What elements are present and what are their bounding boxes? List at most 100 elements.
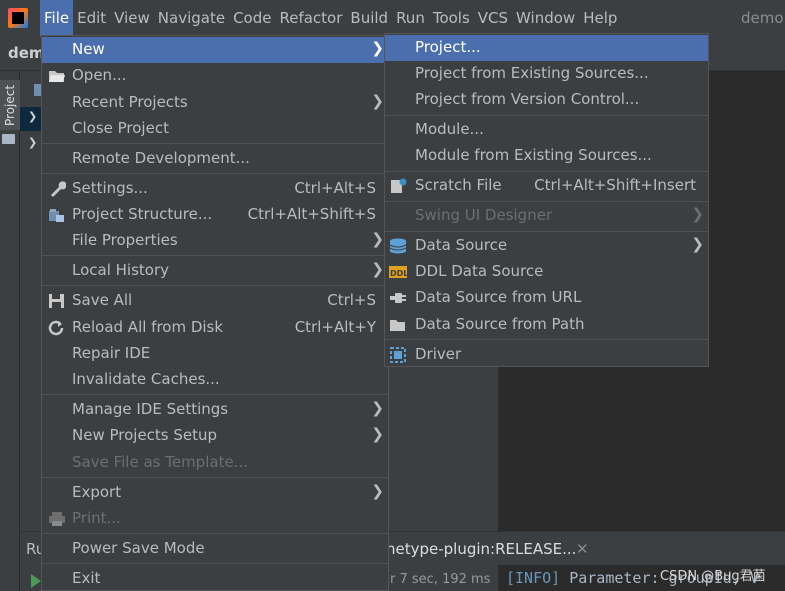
menu-item-label: Save File as Template... <box>72 453 248 471</box>
submenu-item-module-from-existing-sources[interactable]: Module from Existing Sources... <box>385 143 708 169</box>
ddl-icon: DDL <box>389 264 408 280</box>
plug-icon <box>389 290 407 306</box>
run-tab[interactable]: hetype-plugin:RELEASE... <box>386 540 576 558</box>
menu-separator <box>385 231 708 232</box>
menu-help[interactable]: Help <box>579 0 621 36</box>
menu-window[interactable]: Window <box>512 0 579 36</box>
menu-item-label: Exit <box>72 569 101 587</box>
menu-item-label: Close Project <box>72 119 169 137</box>
menu-item-label: Swing UI Designer <box>415 206 553 224</box>
menu-item-label: Project from Version Control... <box>415 90 640 108</box>
submenu-item-data-source-from-path[interactable]: Data Source from Path <box>385 312 708 338</box>
menu-separator <box>385 171 708 172</box>
menu-separator <box>385 201 708 202</box>
chevron-right-icon[interactable]: ❯ <box>28 136 37 149</box>
menu-item-label: Driver <box>415 345 462 363</box>
chevron-right-icon: ❯ <box>371 399 384 417</box>
menu-tools[interactable]: Tools <box>429 0 474 36</box>
submenu-item-driver[interactable]: Driver <box>385 342 708 368</box>
menu-item-power-save-mode[interactable]: Power Save Mode <box>42 536 388 562</box>
submenu-item-module[interactable]: Module... <box>385 117 708 143</box>
menu-file[interactable]: File <box>40 0 74 36</box>
menu-item-recent-projects[interactable]: Recent Projects ❯ <box>42 90 388 116</box>
submenu-item-scratch-file[interactable]: Scratch File Ctrl+Alt+Shift+Insert <box>385 173 708 199</box>
submenu-item-project-from-existing-sources[interactable]: Project from Existing Sources... <box>385 61 708 87</box>
menu-bar: File Edit View Navigate Code Refactor Bu… <box>0 0 785 36</box>
menu-item-label: New Projects Setup <box>72 426 218 444</box>
menu-item-label: Print... <box>72 509 121 527</box>
submenu-item-project[interactable]: Project... <box>385 35 708 61</box>
menu-item-open[interactable]: Open... <box>42 63 388 89</box>
folder-icon <box>389 317 407 333</box>
new-submenu: Project... Project from Existing Sources… <box>384 33 709 367</box>
driver-icon <box>389 347 407 363</box>
run-duration: r 7 sec, 192 ms <box>390 572 491 587</box>
menu-item-label: Reload All from Disk <box>72 318 224 336</box>
console-info-tag: [INFO] <box>506 569 561 587</box>
menu-item-label: Scratch File <box>415 176 502 194</box>
menu-item-settings[interactable]: Settings... Ctrl+Alt+S <box>42 176 388 202</box>
menu-build[interactable]: Build <box>346 0 392 36</box>
menu-item-label: Local History <box>72 261 170 279</box>
menu-item-file-properties[interactable]: File Properties ❯ <box>42 228 388 254</box>
menu-item-export[interactable]: Export ❯ <box>42 480 388 506</box>
menu-item-label: Project Structure... <box>72 205 213 223</box>
menu-navigate[interactable]: Navigate <box>154 0 229 36</box>
project-tool-tab[interactable]: Project <box>0 80 20 130</box>
menu-item-label: Data Source from Path <box>415 315 585 333</box>
menu-item-label: Project... <box>415 38 481 56</box>
folder-open-icon <box>48 68 66 84</box>
menu-item-remote-development[interactable]: Remote Development... <box>42 146 388 172</box>
menu-item-label: Open... <box>72 66 127 84</box>
menu-item-print: Print... <box>42 506 388 532</box>
printer-icon <box>48 511 66 527</box>
run-play-icon[interactable] <box>31 574 41 588</box>
menu-item-close-project[interactable]: Close Project <box>42 116 388 142</box>
menu-vcs[interactable]: VCS <box>474 0 512 36</box>
chevron-right-icon: ❯ <box>371 230 384 248</box>
menu-item-label: Settings... <box>72 179 148 197</box>
menu-run[interactable]: Run <box>392 0 429 36</box>
submenu-item-data-source[interactable]: Data Source ❯ <box>385 233 708 259</box>
menu-edit[interactable]: Edit <box>73 0 110 36</box>
menu-separator <box>42 173 388 174</box>
menu-item-label: Module from Existing Sources... <box>415 146 652 164</box>
menu-item-repair-ide[interactable]: Repair IDE <box>42 341 388 367</box>
menu-separator <box>42 285 388 286</box>
chevron-right-icon: ❯ <box>691 205 704 223</box>
menu-item-label: Recent Projects <box>72 93 188 111</box>
submenu-item-ddl-data-source[interactable]: DDL DDL Data Source <box>385 259 708 285</box>
menu-item-label: Project from Existing Sources... <box>415 64 649 82</box>
menu-item-invalidate-caches[interactable]: Invalidate Caches... <box>42 367 388 393</box>
menu-item-label: DDL Data Source <box>415 262 544 280</box>
close-icon[interactable]: ✕ <box>576 540 589 558</box>
menu-item-shortcut: Ctrl+Alt+Shift+S <box>247 205 376 223</box>
menu-item-label: Module... <box>415 120 484 138</box>
submenu-item-project-from-vcs[interactable]: Project from Version Control... <box>385 87 708 113</box>
chevron-right-icon: ❯ <box>691 235 704 253</box>
menu-item-project-structure[interactable]: Project Structure... Ctrl+Alt+Shift+S <box>42 202 388 228</box>
menu-code[interactable]: Code <box>229 0 275 36</box>
menu-item-local-history[interactable]: Local History ❯ <box>42 258 388 284</box>
menu-item-new-projects-setup[interactable]: New Projects Setup ❯ <box>42 423 388 449</box>
menu-separator <box>42 563 388 564</box>
menu-item-label: New <box>72 40 105 58</box>
menu-separator <box>42 143 388 144</box>
menu-item-manage-ide-settings[interactable]: Manage IDE Settings ❯ <box>42 397 388 423</box>
menu-item-reload-all[interactable]: Reload All from Disk Ctrl+Alt+Y <box>42 315 388 341</box>
menu-item-label: Data Source from URL <box>415 288 582 306</box>
chevron-right-icon[interactable]: ❯ <box>28 110 37 123</box>
menu-separator <box>385 339 708 340</box>
menu-item-new[interactable]: New ❯ <box>42 37 388 63</box>
breadcrumb[interactable]: dem <box>8 44 45 62</box>
chevron-right-icon: ❯ <box>371 39 384 57</box>
menu-item-exit[interactable]: Exit <box>42 566 388 591</box>
menu-item-shortcut: Ctrl+Alt+Y <box>294 318 376 336</box>
submenu-item-data-source-from-url[interactable]: Data Source from URL <box>385 285 708 311</box>
menu-item-save-all[interactable]: Save All Ctrl+S <box>42 288 388 314</box>
project-structure-icon <box>48 207 66 223</box>
menu-item-label: Export <box>72 483 122 501</box>
menu-refactor[interactable]: Refactor <box>275 0 346 36</box>
reload-icon <box>48 320 66 336</box>
menu-view[interactable]: View <box>110 0 154 36</box>
